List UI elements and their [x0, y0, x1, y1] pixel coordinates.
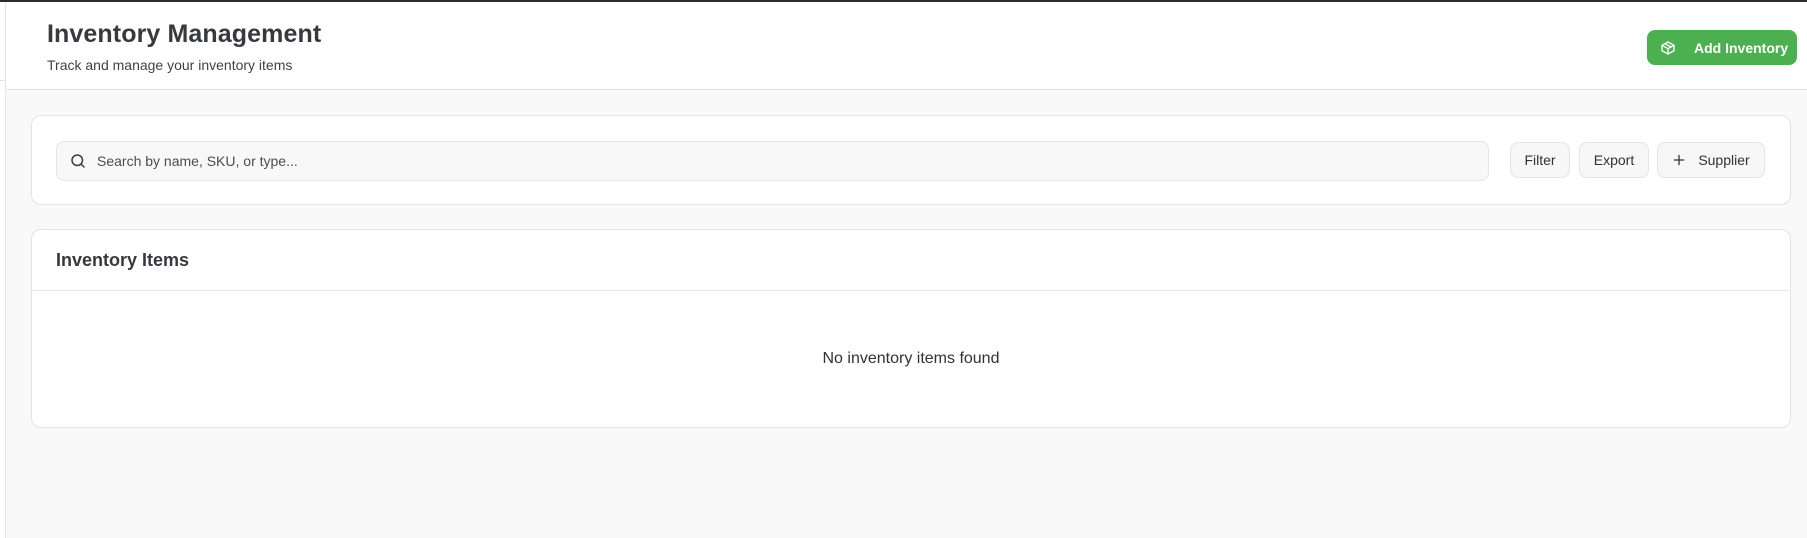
page-subtitle: Track and manage your inventory items	[47, 57, 293, 73]
export-button[interactable]: Export	[1579, 142, 1649, 178]
add-supplier-button[interactable]: Supplier	[1657, 142, 1765, 178]
search-field[interactable]	[56, 141, 1489, 181]
inventory-items-title: Inventory Items	[56, 250, 190, 270]
plus-icon	[1672, 153, 1686, 167]
inventory-items-card: Inventory Items No inventory items found	[31, 229, 1791, 428]
package-icon	[1660, 40, 1676, 56]
page-header: Inventory Management Track and manage yo…	[6, 2, 1807, 90]
supplier-label: Supplier	[1698, 152, 1750, 168]
search-input[interactable]	[97, 153, 1457, 169]
search-icon	[69, 152, 87, 170]
add-inventory-button[interactable]: Add Inventory	[1647, 30, 1797, 65]
page-title: Inventory Management	[47, 20, 322, 48]
empty-state-message: No inventory items found	[822, 350, 1000, 367]
search-toolbar-card: Filter Export Supplier	[31, 115, 1791, 205]
card-divider	[32, 290, 1790, 291]
add-inventory-label: Add Inventory	[1694, 39, 1789, 56]
filter-button[interactable]: Filter	[1510, 142, 1570, 178]
